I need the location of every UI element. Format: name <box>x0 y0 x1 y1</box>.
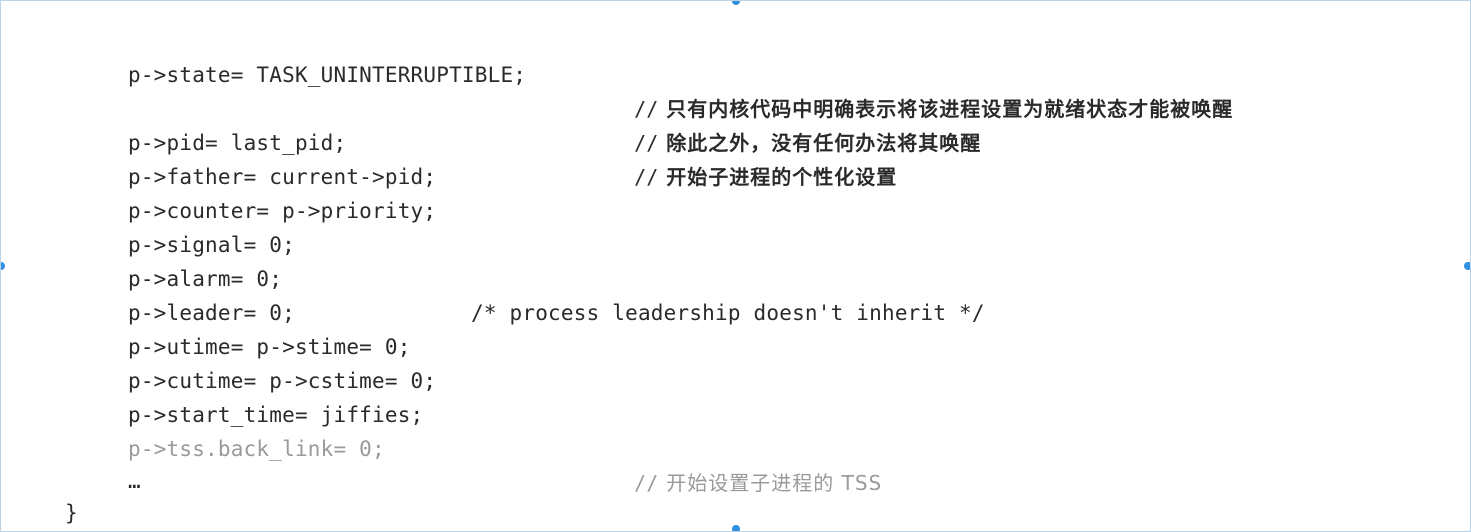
code-line-state: p->state= TASK_UNINTERRUPTIBLE; <box>128 63 527 87</box>
comment-text: 开始设置子进程的 TSS <box>666 471 883 495</box>
code-line-utime: p->utime= p->stime= 0; <box>128 335 411 359</box>
resize-handle-right[interactable] <box>1464 262 1470 270</box>
code-line-signal: p->signal= 0; <box>128 233 295 257</box>
comment-tss: // 开始设置子进程的 TSS <box>586 432 882 495</box>
resize-handle-left[interactable] <box>1 262 5 270</box>
comment-state-line1: //只有内核代码中明确表示将该进程设置为就绪状态才能被唤醒 <box>586 58 1233 121</box>
comment-slashes: // <box>634 471 659 495</box>
comment-state-line2: //除此之外，没有任何办法将其唤醒 <box>586 92 981 155</box>
code-line-father: p->father= current->pid; <box>128 165 437 189</box>
code-snippet-frame: p->state= TASK_UNINTERRUPTIBLE; //只有内核代码… <box>0 0 1471 532</box>
code-line-cutime: p->cutime= p->cstime= 0; <box>128 369 437 393</box>
resize-handle-top[interactable] <box>732 1 740 5</box>
comment-pid: // 开始子进程的个性化设置 <box>586 126 897 189</box>
code-line-alarm: p->alarm= 0; <box>128 267 283 291</box>
comment-slashes: // <box>634 165 659 189</box>
code-line-tss: p->tss.back_link= 0; <box>128 437 385 461</box>
comment-leader: /* process leadership doesn't inherit */ <box>471 301 985 325</box>
resize-handle-bottom[interactable] <box>732 525 740 531</box>
code-line-ellipsis: … <box>128 469 141 493</box>
closing-brace: } <box>65 501 78 525</box>
comment-text: 开始子进程的个性化设置 <box>666 165 898 189</box>
code-line-counter: p->counter= p->priority; <box>128 199 437 223</box>
code-line-leader: p->leader= 0; <box>128 301 295 325</box>
code-line-pid: p->pid= last_pid; <box>128 131 347 155</box>
code-line-start-time: p->start_time= jiffies; <box>128 403 424 427</box>
